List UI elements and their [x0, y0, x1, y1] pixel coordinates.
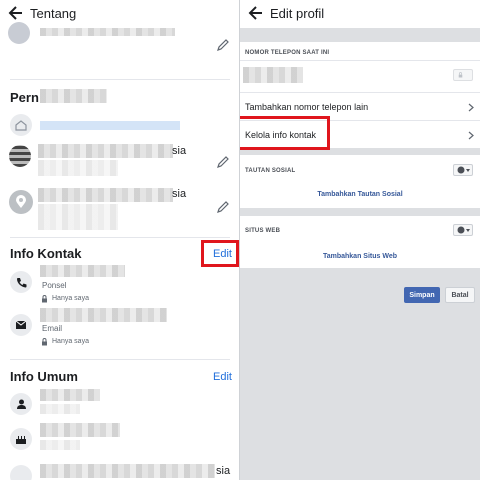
pin-icon	[16, 195, 26, 208]
phone-icon	[16, 277, 26, 287]
back-arrow-icon[interactable]	[8, 3, 24, 23]
school-avatar	[8, 22, 30, 44]
phone-privacy-selector[interactable]	[453, 69, 473, 81]
section-heading-contact: Info Kontak	[10, 246, 82, 261]
redacted-text	[38, 144, 173, 158]
chevron-right-icon	[468, 131, 474, 140]
cancel-button[interactable]: Batal	[445, 287, 475, 303]
website-privacy-selector[interactable]	[453, 224, 473, 236]
about-panel: Tentang Pern sia sia Info Kontak Edit Po…	[0, 0, 240, 480]
redacted-text	[40, 423, 120, 437]
page-title: Tentang	[30, 6, 77, 21]
redacted-text	[40, 389, 100, 401]
social-section-label: TAUTAN SOSIAL	[245, 168, 296, 174]
back-arrow-icon[interactable]	[248, 3, 264, 23]
cake-icon-wrap	[10, 428, 32, 450]
home-icon	[15, 120, 27, 131]
lock-icon	[42, 295, 47, 303]
social-section: TAUTAN SOSIAL Tambahkan Tautan Sosial	[240, 155, 480, 208]
section-heading-general: Info Umum	[10, 369, 78, 384]
redacted-text	[38, 204, 118, 230]
person-icon	[16, 399, 26, 409]
phone-section-label: NOMOR TELEPON SAAT INI	[245, 50, 330, 56]
redacted-text	[40, 404, 80, 414]
phone-type-label: Ponsel	[42, 281, 67, 290]
general-edit-link[interactable]: Edit	[213, 371, 232, 383]
home-icon-wrap	[10, 114, 32, 136]
avatar	[9, 145, 31, 167]
current-phone-row	[240, 60, 480, 92]
redacted-phone	[243, 67, 303, 83]
person-icon-wrap	[10, 393, 32, 415]
pin-icon-wrap	[9, 190, 33, 214]
social-privacy-selector[interactable]	[453, 164, 473, 176]
redacted-text	[40, 28, 175, 36]
chevron-down-icon	[466, 169, 470, 172]
divider	[10, 237, 230, 238]
pencil-icon[interactable]	[216, 155, 230, 169]
row-text-suffix: sia	[172, 188, 187, 200]
globe-icon	[457, 166, 465, 174]
email-privacy-label: Hanya saya	[52, 338, 89, 345]
divider	[10, 79, 230, 80]
pencil-icon[interactable]	[216, 200, 230, 214]
highlight-box	[201, 240, 239, 267]
cake-icon	[16, 436, 26, 444]
phone-privacy-label: Hanya saya	[52, 295, 89, 302]
add-website-link[interactable]: Tambahkan Situs Web	[240, 253, 480, 260]
redacted-text	[38, 188, 173, 202]
row-text-suffix: sia	[172, 145, 187, 157]
mail-icon	[15, 320, 27, 329]
email-type-label: Email	[42, 324, 63, 333]
redacted-phone	[40, 265, 125, 277]
redacted-text	[40, 89, 107, 103]
add-phone-label: Tambahkan nomor telepon lain	[245, 102, 369, 112]
redacted-text	[40, 464, 215, 478]
pencil-icon[interactable]	[216, 38, 230, 52]
redacted-text	[40, 440, 80, 450]
edit-profile-topbar: Edit profil	[240, 0, 480, 28]
lock-icon	[458, 72, 463, 78]
globe-icon	[457, 226, 465, 234]
add-social-link[interactable]: Tambahkan Tautan Sosial	[240, 191, 480, 198]
row-text-suffix: sia	[216, 465, 231, 477]
globe-icon-wrap	[10, 465, 32, 480]
lock-icon	[42, 338, 47, 346]
redacted-email	[40, 308, 167, 322]
edit-profile-panel: Edit profil NOMOR TELEPON SAAT INI Tamba…	[240, 0, 480, 480]
redacted-text	[38, 160, 118, 176]
divider	[10, 359, 230, 360]
highlight-box	[240, 116, 330, 150]
save-button[interactable]: Simpan	[404, 287, 440, 303]
website-section-label: SITUS WEB	[245, 228, 281, 234]
chevron-right-icon	[468, 103, 474, 112]
redacted-text	[40, 121, 180, 130]
website-section: SITUS WEB Tambahkan Situs Web	[240, 216, 480, 268]
page-title: Edit profil	[270, 6, 325, 21]
about-topbar: Tentang	[0, 0, 240, 28]
mail-icon-wrap	[10, 314, 32, 336]
phone-icon-wrap	[10, 271, 32, 293]
chevron-down-icon	[466, 229, 470, 232]
section-heading-relationship: Pern	[10, 90, 39, 105]
